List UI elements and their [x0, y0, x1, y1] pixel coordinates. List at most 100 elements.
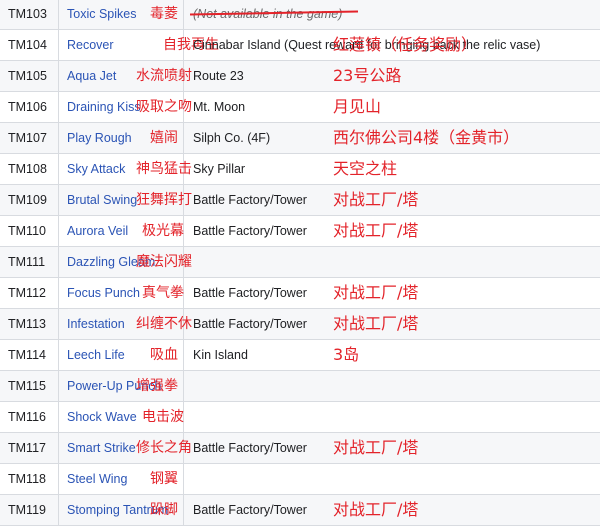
table-row: TM117 Smart Strike 修长之角 Battle Factory/Towe… — [0, 433, 600, 464]
location-cell: Battle Factory/Tower — [193, 317, 307, 331]
tm-number: TM115 — [8, 379, 46, 393]
column-divider — [58, 464, 59, 494]
column-divider — [58, 30, 59, 60]
location-chinese-annotation: 西尔佛公司4楼（金黄市） — [333, 128, 520, 147]
location-chinese-annotation: 3岛 — [333, 345, 360, 364]
location-chinese-annotation: 对战工厂/塔 — [333, 221, 419, 240]
location-cell: Silph Co. (4F) — [193, 131, 271, 145]
table-row: TM110 Aurora Veil 极光幕 Battle Factory/Tower 对… — [0, 216, 600, 247]
move-chinese-annotation: 跺脚 — [150, 502, 178, 518]
location-chinese-annotation: 对战工厂/塔 — [333, 190, 419, 209]
move-chinese-annotation: 极光幕 — [142, 223, 184, 239]
column-divider — [58, 0, 59, 29]
table-row: TM119 Stomping Tantrum 跺脚 Battle Factory/To… — [0, 495, 600, 526]
move-chinese-annotation: 增强拳 — [136, 378, 178, 394]
column-divider — [183, 464, 184, 494]
move-link[interactable]: Play Rough — [67, 123, 132, 153]
location-cell: Battle Factory/Tower — [193, 286, 307, 300]
tm-number: TM110 — [8, 224, 46, 238]
move-chinese-annotation: 电击波 — [142, 409, 184, 425]
move-link[interactable]: Aurora Veil — [67, 216, 128, 246]
tm-number: TM103 — [8, 7, 47, 21]
table-row: TM112 Focus Punch 真气拳 Battle Factory/Tower 对… — [0, 278, 600, 309]
tm-number: TM118 — [8, 472, 46, 486]
move-link[interactable]: Aqua Jet — [67, 61, 116, 91]
move-chinese-annotation: 修长之角 — [136, 440, 192, 456]
location-chinese-annotation: 红莲镇（任务奖励） — [333, 35, 478, 54]
move-chinese-annotation: 吸取之吻 — [136, 99, 192, 115]
location-cell: Sky Pillar — [193, 162, 246, 176]
location-chinese-annotation: 对战工厂/塔 — [333, 283, 419, 302]
move-link[interactable]: Recover — [67, 30, 114, 60]
move-chinese-annotation: 魔法闪耀 — [136, 254, 192, 270]
move-link[interactable]: Toxic Spikes — [67, 0, 136, 29]
location-chinese-annotation: 对战工厂/塔 — [333, 438, 419, 457]
column-divider — [58, 123, 59, 153]
column-divider — [183, 0, 184, 29]
table-row: TM105 Aqua Jet 水流喷射 Route 23 23号公路 — [0, 61, 600, 92]
column-divider — [58, 92, 59, 122]
move-link[interactable]: Sky Attack — [67, 154, 125, 184]
column-divider — [58, 402, 59, 432]
location-cell: Battle Factory/Tower — [193, 224, 307, 238]
location-cell: Mt. Moon — [193, 100, 246, 114]
move-link[interactable]: Shock Wave — [67, 402, 137, 432]
column-divider — [183, 371, 184, 401]
column-divider — [58, 61, 59, 91]
table-row: TM107 Play Rough 嬉闹 Silph Co. (4F) 西尔佛公司4楼（金… — [0, 123, 600, 154]
column-divider — [58, 340, 59, 370]
move-link[interactable]: Draining Kiss — [67, 92, 141, 122]
table-row: TM113 Infestation 纠缠不休 Battle Factory/Tower… — [0, 309, 600, 340]
tm-number: TM119 — [8, 503, 46, 517]
table-row: TM106 Draining Kiss 吸取之吻 Mt. Moon 月见山 — [0, 92, 600, 123]
move-chinese-annotation: 狂舞挥打 — [136, 192, 192, 208]
column-divider — [58, 309, 59, 339]
location-cell: Kin Island — [193, 348, 248, 362]
tm-number: TM107 — [8, 131, 47, 145]
column-divider — [183, 495, 184, 525]
tm-number: TM111 — [8, 255, 46, 269]
move-link[interactable]: Steel Wing — [67, 464, 127, 494]
move-link[interactable]: Infestation — [67, 309, 125, 339]
tm-number: TM106 — [8, 100, 47, 114]
tm-number: TM117 — [8, 441, 46, 455]
table-row: TM104 Recover 自我再生 Cinnabar Island (Quest r… — [0, 30, 600, 61]
table-row: TM103Toxic Spikes毒菱(Not available in the… — [0, 0, 600, 30]
location-cell: Route 23 — [193, 69, 244, 83]
move-chinese-annotation: 纠缠不休 — [136, 316, 192, 332]
location-chinese-annotation: 对战工厂/塔 — [333, 314, 419, 333]
move-chinese-annotation: 钢翼 — [150, 471, 178, 487]
column-divider — [58, 154, 59, 184]
table-row: TM115 Power-Up Punch 增强拳 — [0, 371, 600, 402]
move-chinese-annotation: 真气拳 — [142, 285, 184, 301]
move-chinese-annotation: 嬉闹 — [150, 130, 178, 146]
location-chinese-annotation: 天空之柱 — [333, 159, 398, 178]
table-row: TM114 Leech Life 吸血 Kin Island 3岛 — [0, 340, 600, 371]
move-link[interactable]: Focus Punch — [67, 278, 140, 308]
column-divider — [183, 340, 184, 370]
tm-number: TM114 — [8, 348, 46, 362]
move-link[interactable]: Smart Strike — [67, 433, 136, 463]
move-link[interactable]: Leech Life — [67, 340, 125, 370]
tm-number: TM116 — [8, 410, 46, 424]
table-row: TM111 Dazzling Gleam 魔法闪耀 — [0, 247, 600, 278]
column-divider — [58, 433, 59, 463]
table-row: TM116 Shock Wave 电击波 — [0, 402, 600, 433]
table-row: TM118 Steel Wing 钢翼 — [0, 464, 600, 495]
tm-number: TM109 — [8, 193, 47, 207]
move-chinese-annotation: 吸血 — [150, 347, 178, 363]
column-divider — [183, 123, 184, 153]
location-chinese-annotation: 对战工厂/塔 — [333, 500, 419, 519]
location-chinese-annotation: 23号公路 — [333, 66, 402, 85]
move-link[interactable]: Brutal Swing — [67, 185, 137, 215]
table-row: TM109 Brutal Swing 狂舞挥打 Battle Factory/Towe… — [0, 185, 600, 216]
location-cell: Battle Factory/Tower — [193, 193, 307, 207]
column-divider — [58, 185, 59, 215]
move-chinese-annotation: 神鸟猛击 — [136, 161, 192, 177]
location-cell: Battle Factory/Tower — [193, 441, 307, 455]
column-divider — [58, 371, 59, 401]
tm-number: TM113 — [8, 317, 46, 331]
tm-number: TM108 — [8, 162, 47, 176]
tm-number: TM104 — [8, 38, 47, 52]
location-cell: Battle Factory/Tower — [193, 503, 307, 517]
